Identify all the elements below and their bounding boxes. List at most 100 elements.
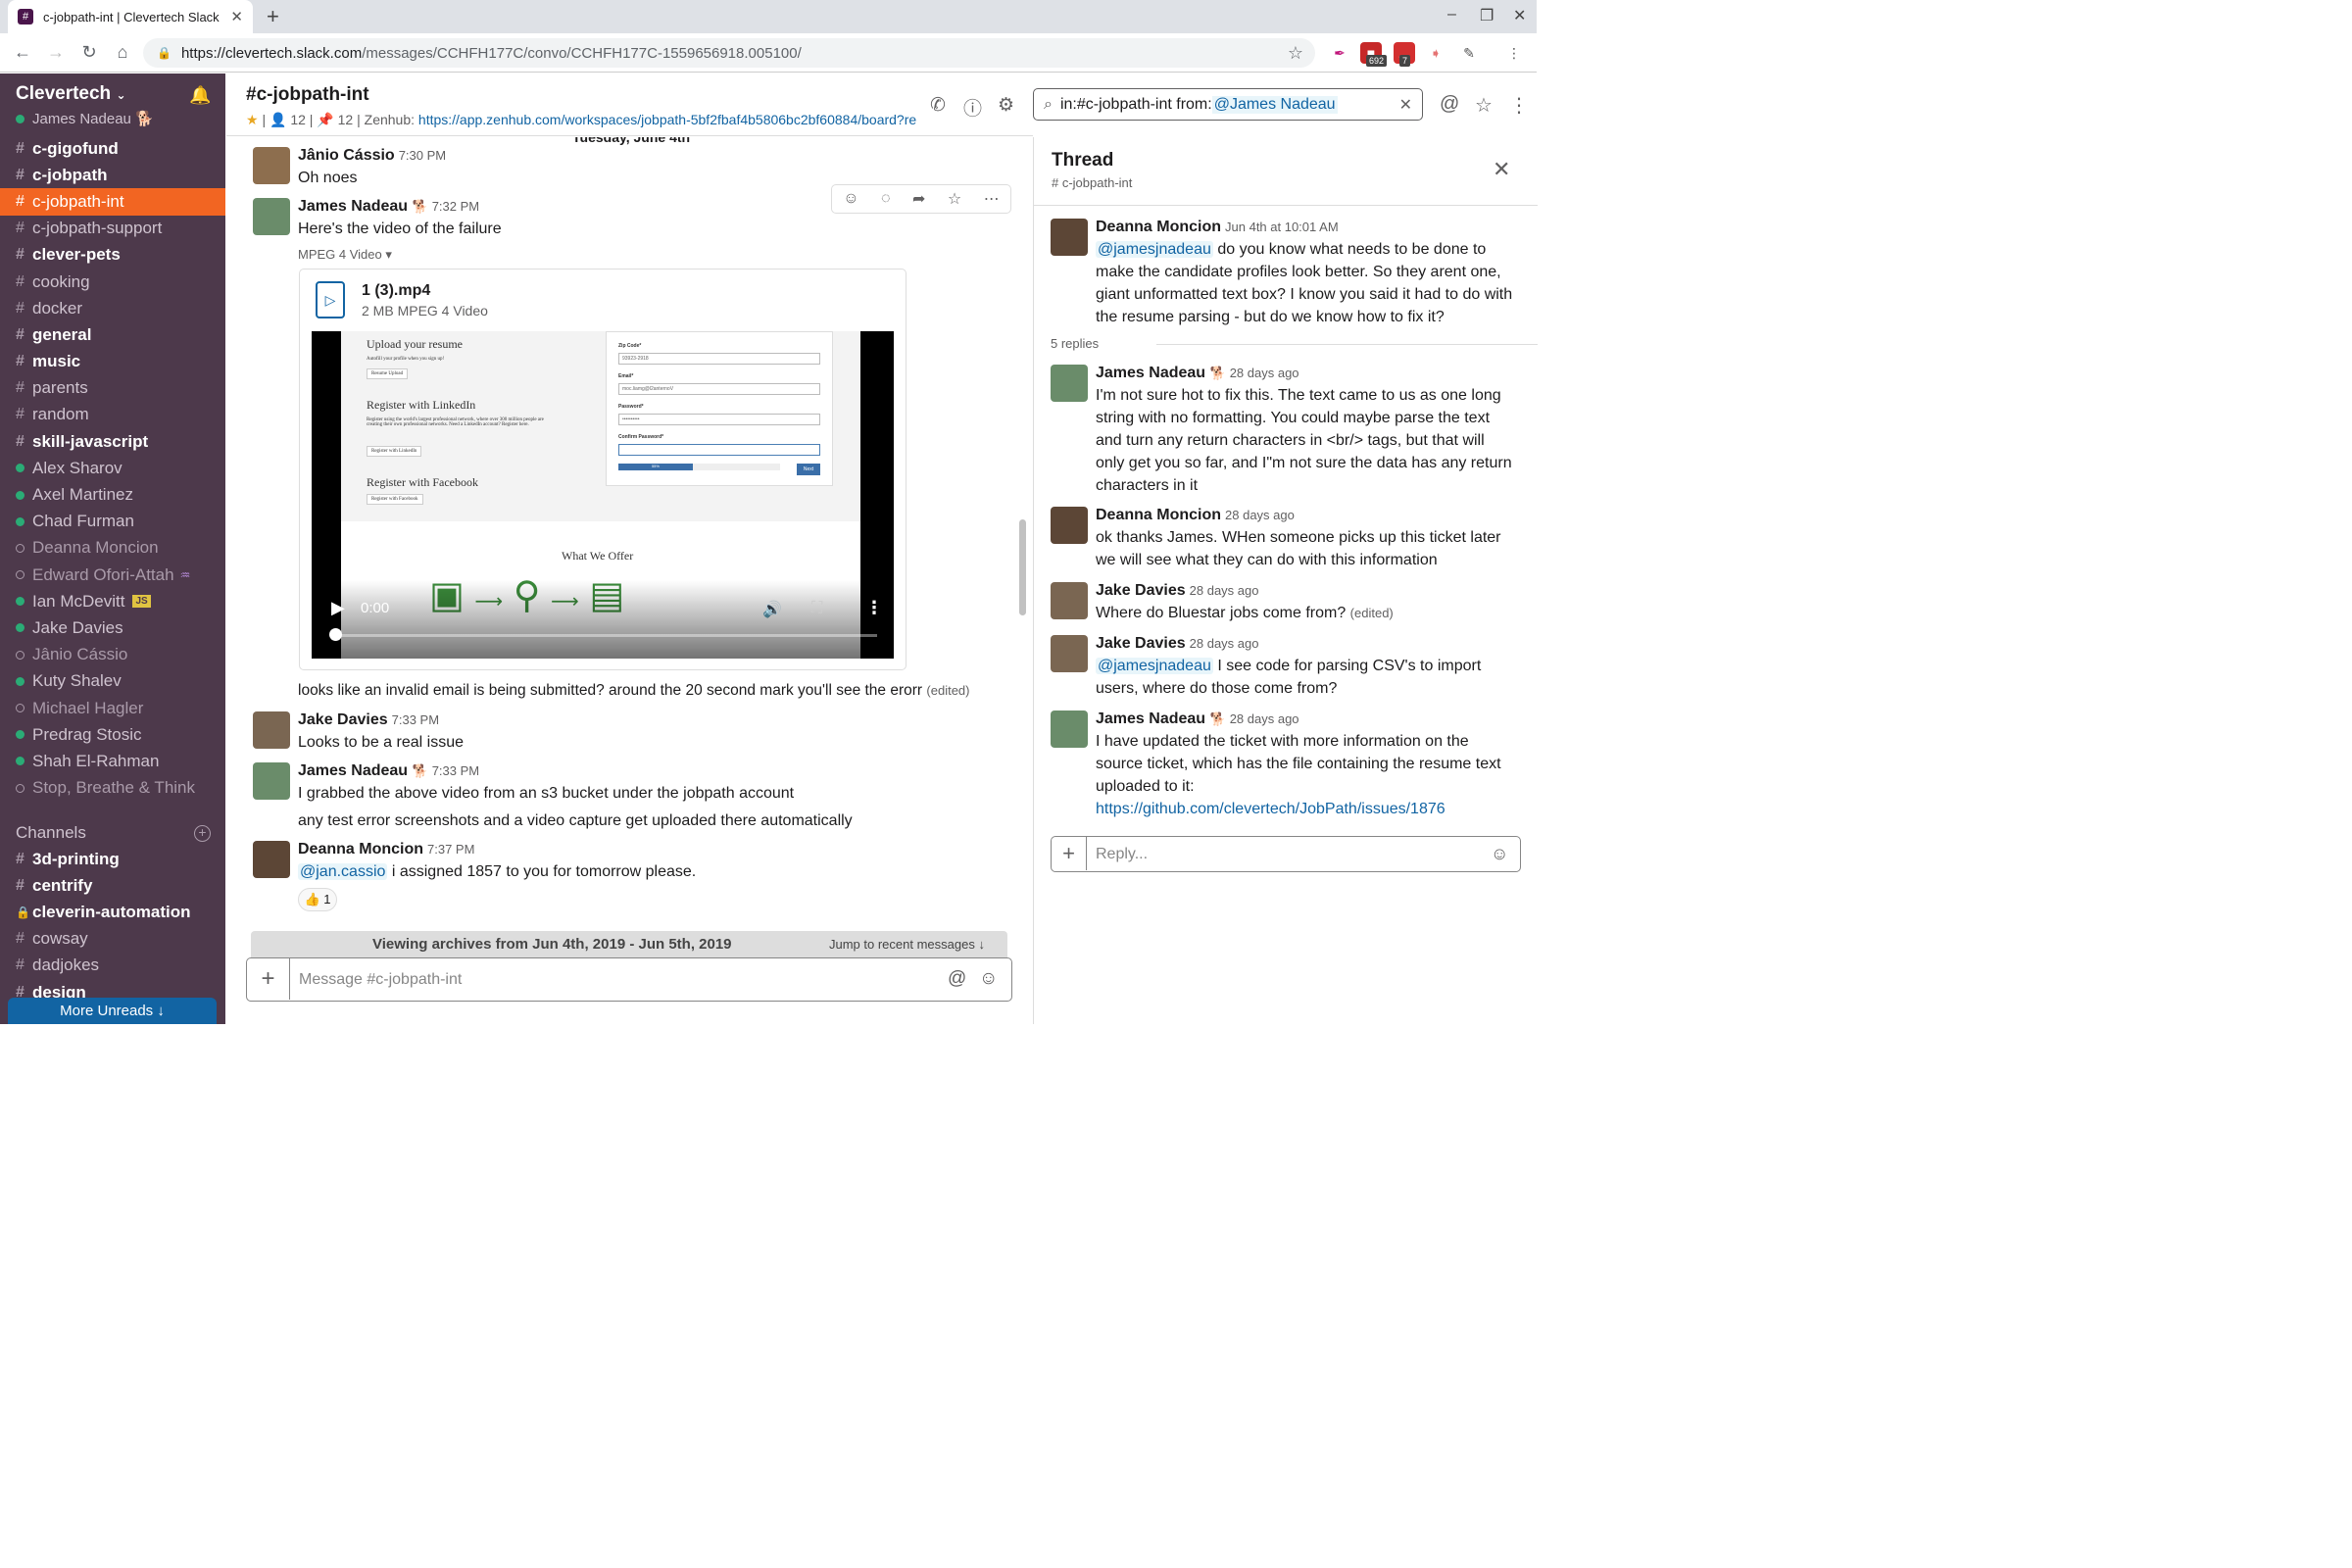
sidebar-dm[interactable]: Deanna Moncion bbox=[0, 535, 225, 562]
clear-search-icon[interactable]: ✕ bbox=[1399, 95, 1412, 115]
fullscreen-icon[interactable]: ⛶ bbox=[811, 600, 822, 617]
avatar[interactable] bbox=[1051, 365, 1088, 402]
extension-record-icon[interactable]: ➧ bbox=[1425, 42, 1446, 64]
sidebar-dm[interactable]: Predrag Stosic bbox=[0, 721, 225, 748]
more-unreads-button[interactable]: More Unreads ↓ bbox=[8, 998, 217, 1024]
sidebar-dm[interactable]: Michael Hagler bbox=[0, 695, 225, 721]
sidebar-dm[interactable]: Shah El-Rahman bbox=[0, 748, 225, 774]
video-player[interactable]: Upload your resume Autofill your profile… bbox=[312, 331, 894, 659]
play-icon[interactable]: ▶ bbox=[331, 598, 345, 618]
feather-extension-icon[interactable]: ✒ bbox=[1329, 42, 1350, 64]
message-author[interactable]: Jânio Cássio 7:30 PM bbox=[298, 147, 446, 165]
star-message-icon[interactable]: ☆ bbox=[948, 189, 961, 209]
sidebar-channel[interactable]: # general bbox=[0, 321, 225, 348]
message-scrollbar[interactable] bbox=[1019, 519, 1026, 615]
reaction-thumbsup[interactable]: 👍 1 bbox=[298, 888, 337, 911]
emoji-icon[interactable]: ☺ bbox=[979, 968, 998, 990]
video-more-icon[interactable]: ⋮ bbox=[865, 598, 883, 618]
avatar[interactable] bbox=[253, 198, 290, 235]
sidebar-channel[interactable]: # c-jobpath-support bbox=[0, 216, 225, 242]
sidebar-dm[interactable]: Kuty Shalev bbox=[0, 668, 225, 695]
channel-title[interactable]: #c-jobpath-int bbox=[246, 84, 369, 106]
avatar[interactable] bbox=[1051, 507, 1088, 544]
sidebar-channel[interactable]: # parents bbox=[0, 375, 225, 402]
search-input[interactable]: ⌕ in:#c-jobpath-int from: @James Nadeau ✕ bbox=[1033, 88, 1423, 121]
message-author[interactable]: Jake Davies 7:33 PM bbox=[298, 711, 439, 729]
sidebar-channel[interactable]: #3d-printing bbox=[0, 846, 225, 872]
pins-icon[interactable]: 📌 12 bbox=[317, 112, 353, 127]
add-channel-icon[interactable]: + bbox=[194, 825, 211, 842]
avatar[interactable] bbox=[1051, 710, 1088, 748]
reload-icon[interactable]: ↻ bbox=[73, 42, 106, 63]
sidebar-dm[interactable]: Stop, Breathe & Think bbox=[0, 775, 225, 802]
attach-plus-icon[interactable]: + bbox=[247, 958, 290, 1000]
user-mention[interactable]: @jamesjnadeau bbox=[1096, 658, 1213, 674]
message-input[interactable]: Message #c-jobpath-int bbox=[299, 971, 462, 989]
close-thread-icon[interactable]: ✕ bbox=[1493, 157, 1510, 182]
message-composer[interactable]: + Message #c-jobpath-int @ ☺ bbox=[246, 957, 1012, 1002]
sidebar-dm[interactable]: Axel Martinez bbox=[0, 481, 225, 508]
reply-attach-icon[interactable]: + bbox=[1052, 837, 1087, 870]
user-mention[interactable]: @jamesjnadeau bbox=[1096, 241, 1213, 258]
avatar[interactable] bbox=[1051, 582, 1088, 619]
browser-menu-icon[interactable]: ⋮ bbox=[1503, 42, 1525, 64]
avatar[interactable] bbox=[1051, 219, 1088, 256]
message-author[interactable]: Jake Davies 28 days ago bbox=[1096, 582, 1258, 600]
bell-icon[interactable]: 🔔 bbox=[189, 85, 211, 106]
message-author[interactable]: Deanna Moncion 28 days ago bbox=[1096, 507, 1295, 524]
message-author[interactable]: Deanna Moncion Jun 4th at 10:01 AM bbox=[1096, 219, 1339, 236]
back-icon[interactable]: ← bbox=[6, 42, 39, 63]
avatar[interactable] bbox=[253, 711, 290, 749]
video-type-dropdown[interactable]: MPEG 4 Video ▾ bbox=[298, 247, 392, 263]
channels-section-header[interactable]: Channels bbox=[16, 823, 86, 843]
sidebar-channel[interactable]: # c-jobpath-int bbox=[0, 188, 225, 216]
sidebar-channel[interactable]: # c-gigofund bbox=[0, 135, 225, 162]
sidebar-channel[interactable]: # c-jobpath bbox=[0, 162, 225, 188]
sidebar-channel[interactable]: # cooking bbox=[0, 269, 225, 295]
sidebar-channel[interactable]: 🔒 cleverin-automation bbox=[0, 899, 225, 925]
sidebar-channel[interactable]: # cowsay bbox=[0, 926, 225, 953]
sidebar-dm[interactable]: Edward Ofori-Attah ♒ bbox=[0, 562, 225, 588]
video-scrubber[interactable] bbox=[329, 628, 342, 641]
new-tab-icon[interactable]: + bbox=[267, 4, 279, 29]
message-author[interactable]: James Nadeau 🐕 28 days ago bbox=[1096, 710, 1299, 728]
avatar[interactable] bbox=[253, 147, 290, 184]
minimize-icon[interactable]: – bbox=[1447, 6, 1456, 24]
avatar[interactable] bbox=[1051, 635, 1088, 672]
sidebar-dm[interactable]: Chad Furman bbox=[0, 509, 225, 535]
video-attachment[interactable]: ▷ 1 (3).mp4 2 MB MPEG 4 Video Upload you… bbox=[299, 269, 906, 670]
add-reaction-icon[interactable]: ☺ bbox=[843, 190, 858, 208]
message-author[interactable]: James Nadeau 🐕 7:32 PM bbox=[298, 198, 479, 216]
topic-link[interactable]: https://app.zenhub.com/workspaces/jobpat… bbox=[418, 112, 916, 127]
gear-icon[interactable]: ⚙ bbox=[998, 94, 1014, 117]
volume-icon[interactable]: 🔊 bbox=[762, 600, 782, 619]
eyedropper-icon[interactable]: ✎ bbox=[1458, 42, 1480, 64]
reply-emoji-icon[interactable]: ☺ bbox=[1491, 844, 1508, 864]
sidebar-channel[interactable]: # centrify bbox=[0, 872, 225, 899]
members-icon[interactable]: 👤 12 bbox=[270, 112, 306, 127]
video-progress-bar[interactable] bbox=[333, 634, 877, 637]
sidebar-channel[interactable]: # skill-javascript bbox=[0, 428, 225, 455]
info-icon[interactable]: ⓘ bbox=[963, 94, 982, 121]
share-icon[interactable]: ➦ bbox=[912, 189, 925, 209]
workspace-name[interactable]: Clevertech ⌄ bbox=[16, 83, 126, 105]
sidebar-channel[interactable]: # docker bbox=[0, 295, 225, 321]
avatar[interactable] bbox=[253, 762, 290, 800]
jump-to-recent-button[interactable]: Jump to recent messages ↓ bbox=[829, 937, 985, 952]
bookmark-star-icon[interactable]: ☆ bbox=[1288, 43, 1303, 64]
sidebar-channel[interactable]: # music bbox=[0, 349, 225, 375]
phone-icon[interactable]: ✆ bbox=[930, 94, 946, 117]
starred-icon[interactable]: ★ bbox=[246, 112, 259, 127]
extension-chat-icon[interactable]: … 7 bbox=[1394, 42, 1415, 67]
user-mention[interactable]: @jan.cassio bbox=[298, 863, 388, 880]
thread-channel[interactable]: # c-jobpath-int bbox=[1052, 175, 1132, 190]
url-field[interactable]: 🔒 https://clevertech.slack.com/messages/… bbox=[143, 38, 1315, 68]
home-icon[interactable]: ⌂ bbox=[106, 42, 139, 63]
start-thread-icon[interactable]: ◌ bbox=[881, 190, 891, 208]
mention-icon[interactable]: @ bbox=[948, 968, 966, 990]
restore-icon[interactable]: ❐ bbox=[1480, 6, 1494, 25]
sidebar-dm[interactable]: Ian McDevitt JS bbox=[0, 588, 225, 614]
reply-input[interactable]: Reply... bbox=[1096, 846, 1148, 863]
browser-tab[interactable]: # c-jobpath-int | Clevertech Slack ✕ bbox=[8, 0, 253, 33]
sidebar-dm[interactable]: Jânio Cássio bbox=[0, 642, 225, 668]
